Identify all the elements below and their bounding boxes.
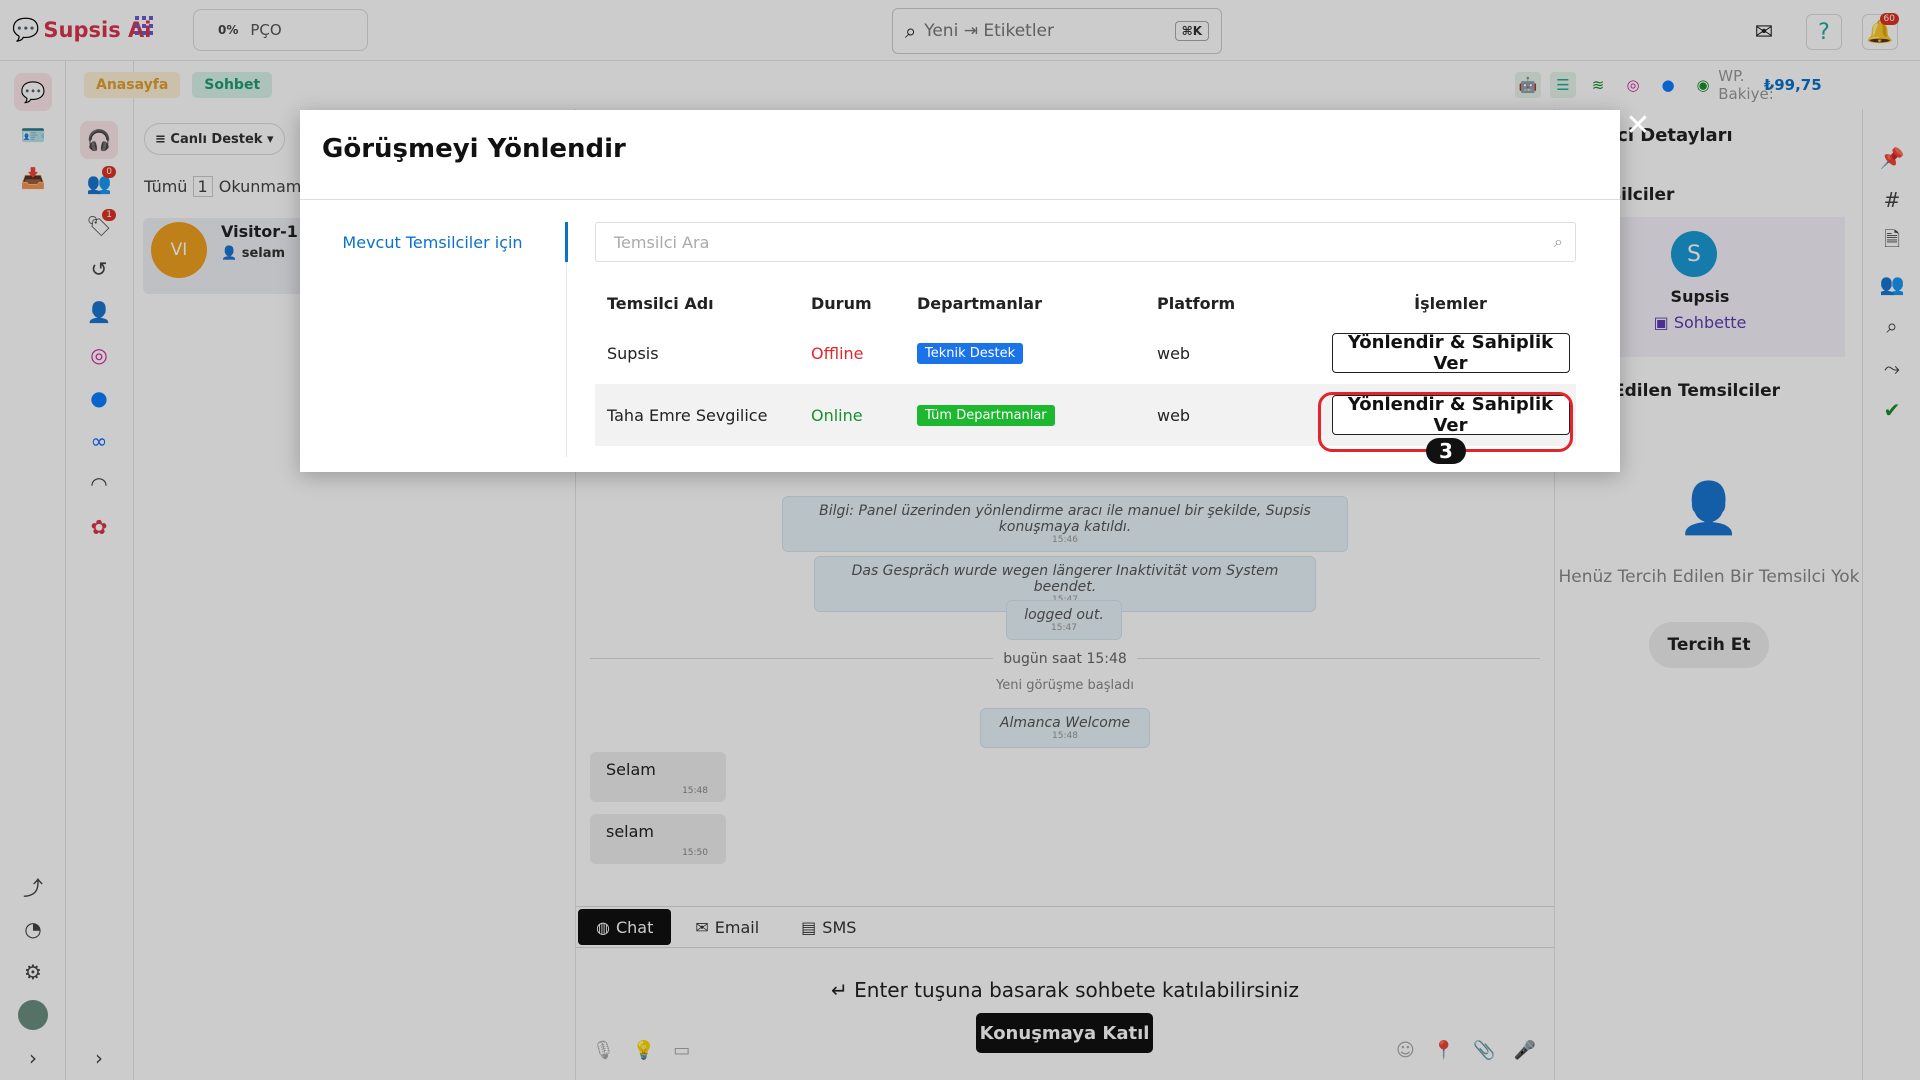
status-text: Offline (799, 322, 905, 384)
divider (300, 199, 1620, 200)
department-badge: Teknik Destek (917, 343, 1024, 364)
close-icon[interactable]: ✕ (1623, 108, 1653, 143)
column-header: Platform (1157, 293, 1236, 313)
tab-available-agents[interactable]: Mevcut Temsilciler için (300, 222, 568, 262)
redirect-assign-button[interactable]: Yönlendir & Sahiplik Ver (1331, 332, 1570, 374)
column-header: Departmanlar (917, 293, 1042, 313)
column-header: İşlemler (1414, 293, 1487, 313)
column-header: Durum (811, 293, 872, 313)
divider (566, 262, 567, 457)
department-cell: Teknik Destek (905, 322, 1145, 384)
table-header: Temsilci Adı Durum Departmanlar Platform… (595, 284, 1576, 322)
department-cell: Tüm Departmanlar (905, 384, 1145, 446)
actions-cell: Yönlendir & Sahiplik Ver (1325, 322, 1576, 384)
agent-name: Taha Emre Sevgilice (595, 384, 799, 446)
search-icon: ⌕ (1554, 232, 1563, 251)
column-header: Temsilci Adı (607, 293, 714, 313)
platform-text: web (1145, 322, 1325, 384)
table-row: Supsis Offline Teknik Destek web Yönlend… (595, 322, 1576, 384)
platform-text: web (1145, 384, 1325, 446)
agent-search-input[interactable]: Temsilci Ara ⌕ (595, 222, 1576, 262)
step-number-badge: 3 (1426, 438, 1466, 464)
department-badge: Tüm Departmanlar (917, 405, 1055, 426)
status-text: Online (799, 384, 905, 446)
modal-title: Görüşmeyi Yönlendir (322, 134, 626, 164)
agent-name: Supsis (595, 322, 799, 384)
